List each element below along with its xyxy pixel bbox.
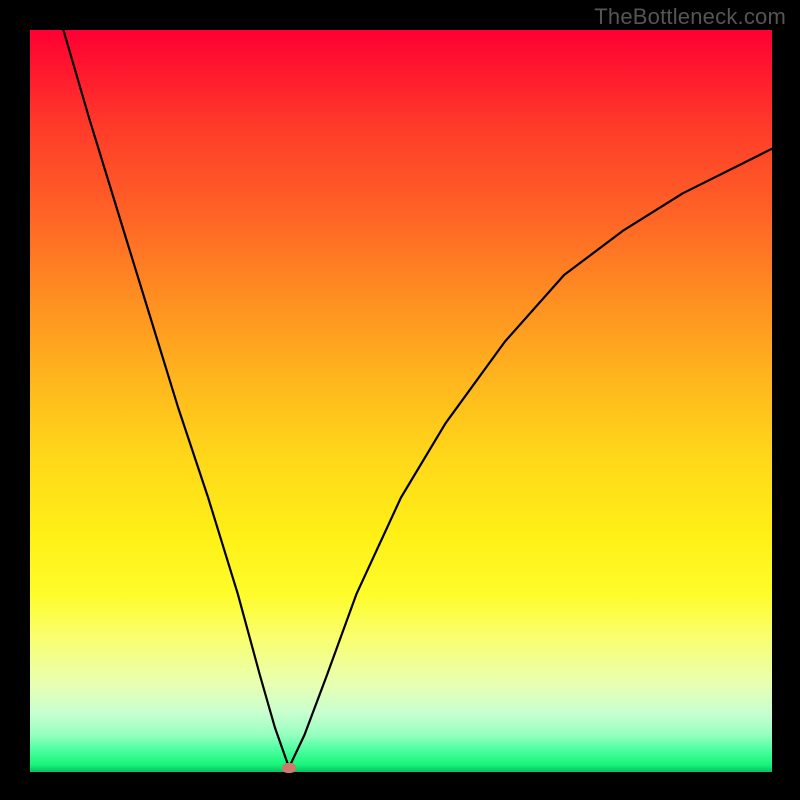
chart-frame: TheBottleneck.com	[0, 0, 800, 800]
optimal-point-marker	[282, 763, 296, 773]
bottleneck-curve	[30, 30, 772, 772]
watermark-text: TheBottleneck.com	[594, 4, 786, 30]
plot-area	[30, 30, 772, 772]
